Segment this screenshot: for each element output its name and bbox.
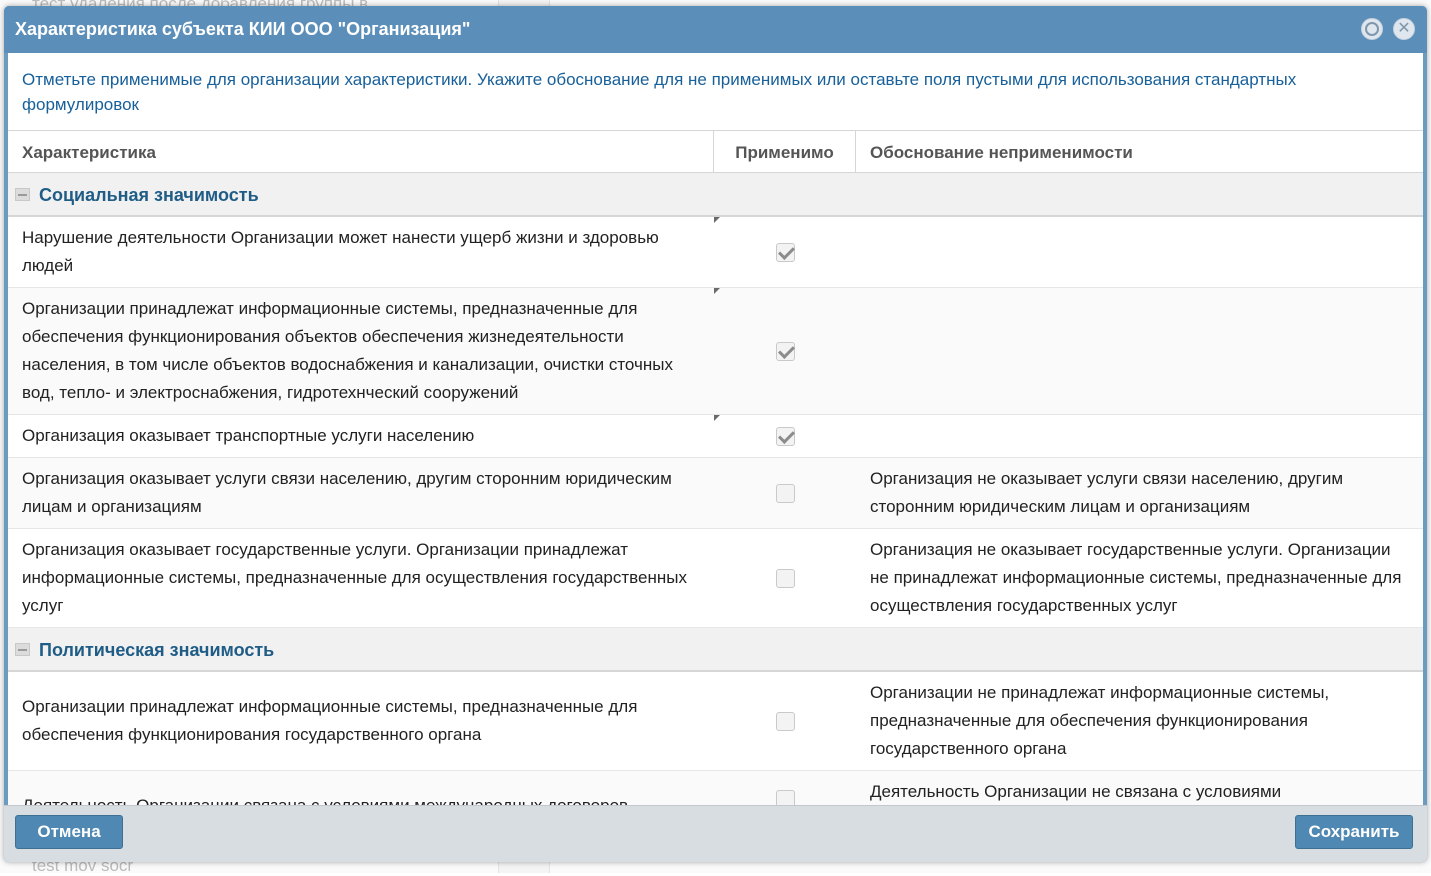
modified-marker [714,288,720,294]
justification-cell[interactable] [856,288,1423,414]
column-header-characteristic[interactable]: Характеристика [8,131,714,172]
collapse-minus-icon[interactable] [15,188,30,201]
characteristics-grid: Характеристика Применимо Обоснование неп… [8,130,1423,805]
characteristic-cell: Организации принадлежат информационные с… [8,672,714,770]
justification-cell[interactable]: Организации не принадлежат информационны… [856,672,1423,770]
group-title: Социальная значимость [39,185,259,205]
applicable-checkbox[interactable] [775,341,795,361]
applicable-checkbox[interactable] [775,483,795,503]
column-header-justification[interactable]: Обоснование неприменимости [856,131,1423,172]
characteristics-dialog: Характеристика субъекта КИИ ООО "Организ… [4,6,1427,862]
table-row[interactable]: Организация оказывает транспортные услуг… [8,415,1423,458]
table-row[interactable]: Организации принадлежат информационные с… [8,288,1423,415]
table-row[interactable]: Деятельность Организации связана с услов… [8,771,1423,805]
dialog-title: Характеристика субъекта КИИ ООО "Организ… [15,19,471,39]
applicable-checkbox[interactable] [775,426,795,446]
characteristic-cell: Организации принадлежат информационные с… [22,299,673,402]
grid-header: Характеристика Применимо Обоснование неп… [8,130,1423,173]
collapse-minus-icon[interactable] [15,643,30,656]
characteristic-cell: Организация оказывает государственные ус… [22,540,687,615]
table-row[interactable]: Организации принадлежат информационные с… [8,672,1423,771]
modified-marker [714,217,720,223]
characteristic-cell: Нарушение деятельности Организации может… [22,228,659,275]
applicable-cell [714,288,856,414]
justification-cell[interactable] [856,415,1423,457]
applicable-checkbox[interactable] [775,789,795,805]
modified-marker [714,415,720,421]
characteristic-cell: Деятельность Организации связана с услов… [8,771,714,805]
justification-cell[interactable]: Деятельность Организации не связана с ус… [856,771,1423,805]
applicable-cell [714,415,856,457]
applicable-checkbox[interactable] [775,568,795,588]
applicable-checkbox[interactable] [775,711,795,731]
instruction-text: Отметьте применимые для организации хара… [22,70,1297,114]
dialog-titlebar[interactable]: Характеристика субъекта КИИ ООО "Организ… [4,6,1427,53]
dialog-footer: Отмена Сохранить [4,805,1427,862]
justification-cell[interactable] [856,217,1423,287]
dialog-content: Отметьте применимые для организации хара… [8,53,1423,805]
characteristic-text: Организации принадлежат информационные с… [22,697,638,744]
characteristic-cell: Организация оказывает услуги связи насел… [22,469,672,516]
column-header-applicable[interactable]: Применимо [714,131,856,172]
group-row-political[interactable]: Политическая значимость [8,628,1423,672]
table-row[interactable]: Организация оказывает государственные ус… [8,529,1423,628]
collapse-icon[interactable] [1361,18,1383,40]
cancel-button[interactable]: Отмена [15,815,123,849]
group-title: Политическая значимость [39,640,275,660]
applicable-cell [714,672,856,770]
characteristic-cell: Организация оказывает транспортные услуг… [22,426,475,445]
table-row[interactable]: Организация оказывает услуги связи насел… [8,458,1423,529]
save-button[interactable]: Сохранить [1295,815,1413,849]
applicable-checkbox[interactable] [775,242,795,262]
applicable-cell [714,529,856,627]
group-row-social[interactable]: Социальная значимость [8,173,1423,217]
justification-cell[interactable]: Организация не оказывает услуги связи на… [856,458,1423,528]
applicable-cell [714,217,856,287]
applicable-cell [714,771,856,805]
applicable-cell [714,458,856,528]
justification-cell[interactable]: Организация не оказывает государственные… [856,529,1423,627]
table-row[interactable]: Нарушение деятельности Организации может… [8,217,1423,288]
close-icon[interactable]: ✕ [1393,18,1415,40]
